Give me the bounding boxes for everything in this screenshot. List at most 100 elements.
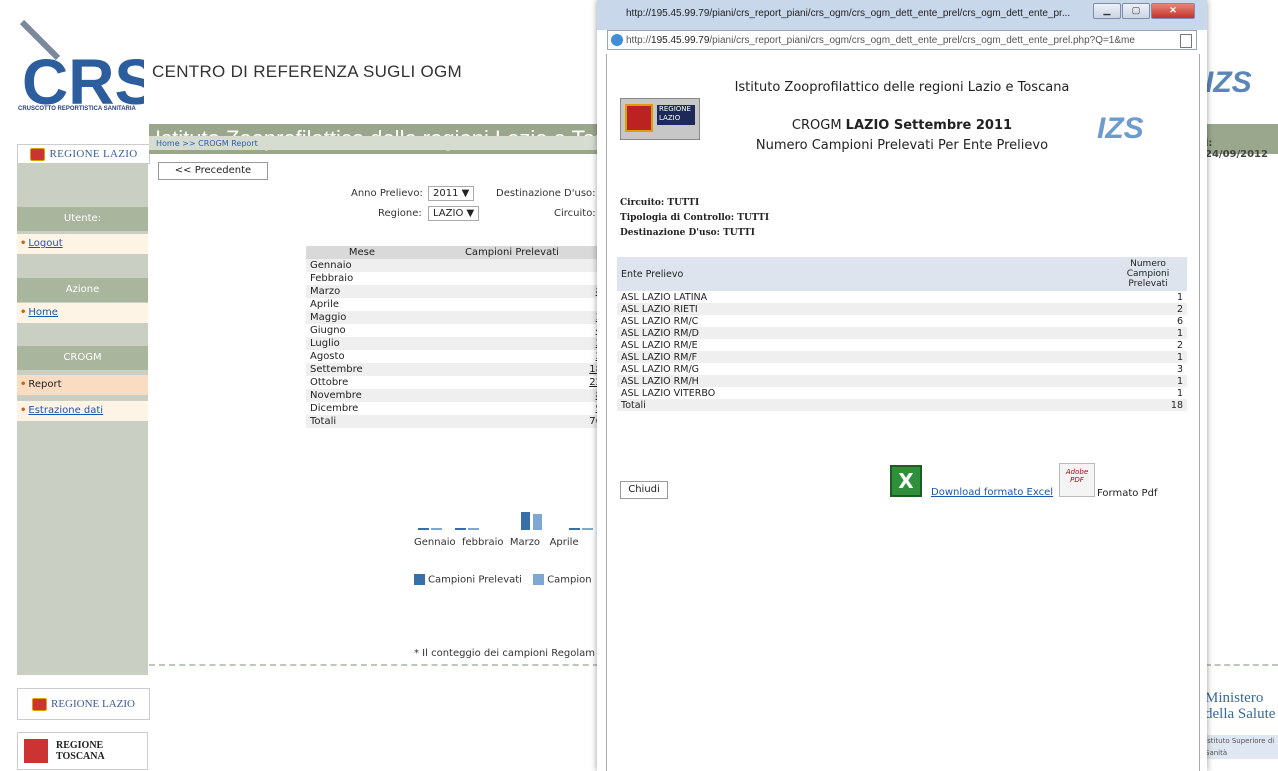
ente-table: Ente Prelievo Numero Campioni Prelevati … <box>617 257 1187 411</box>
anno-value: 2011 <box>433 188 459 199</box>
pdf-icon[interactable]: Adobe PDF <box>1059 463 1095 497</box>
close-button[interactable]: ✕ <box>1151 3 1195 19</box>
table-row: ASL LAZIO RM/C 6 <box>617 315 1187 327</box>
count-cell: 2 <box>1109 303 1187 315</box>
value-cell: - <box>418 298 606 311</box>
bar-aprile-1 <box>569 528 580 530</box>
lazio-crest-icon <box>31 697 47 711</box>
count-cell: 18 <box>1109 399 1187 411</box>
breadcrumb[interactable]: Home >> CROGM Report <box>156 139 258 148</box>
column-header: Mese <box>306 246 418 259</box>
circuito-label: Circuito: <box>554 208 596 219</box>
crs-logo: CRS <box>18 18 157 118</box>
home-link[interactable]: Home <box>28 307 58 318</box>
bullet-icon: • <box>20 238 27 249</box>
pdf-link[interactable]: Formato Pdf <box>1097 488 1157 499</box>
bullet-icon: • <box>20 307 27 318</box>
chart-x-labels: Gennaio febbraio Marzo Aprile <box>414 537 579 548</box>
site-title: CENTRO DI REFERENZA SUGLI OGM <box>152 62 463 81</box>
month-cell: Settembre <box>306 363 418 376</box>
legend-swatch <box>414 574 425 585</box>
filter-tipologia: Tipologia di Controllo: TUTTI <box>620 213 770 223</box>
filter-circuito: Circuito: TUTTI <box>620 198 700 208</box>
table-row: ASL LAZIO VITERBO 1 <box>617 387 1187 399</box>
ente-cell: ASL LAZIO RM/G <box>621 363 700 375</box>
ente-cell: ASL LAZIO RM/C <box>621 315 699 327</box>
table-row: Totali 76 <box>306 415 606 428</box>
chevron-down-icon: ▼ <box>461 188 470 199</box>
estrazione-link[interactable]: Estrazione dati <box>28 405 103 416</box>
chiudi-button[interactable]: Chiudi <box>620 481 668 499</box>
count-cell: 1 <box>1176 387 1183 399</box>
column-header: Numero Campioni Prelevati <box>1109 257 1187 291</box>
table-row: ASL LAZIO RM/D 1 <box>617 327 1187 339</box>
ente-cell: ASL LAZIO RM/D <box>617 327 1109 339</box>
address-bar[interactable]: http://195.45.99.79/piani/crs_report_pia… <box>607 30 1197 50</box>
table-row: Totali 18 <box>617 399 1187 411</box>
ministero-salute-logo: Ministero della Salute <box>1205 690 1276 722</box>
iss-logo: Istituto Superiore di Sanità <box>1205 735 1278 759</box>
month-cell: Totali <box>306 415 418 428</box>
table-row: Giugno 4 <box>306 324 606 337</box>
footnote: * Il conteggio dei campioni Regolam <box>414 648 596 659</box>
month-cell: Gennaio <box>306 259 418 272</box>
anno-select[interactable]: 2011 ▼ <box>428 186 475 201</box>
table-row: Febbraio - <box>306 272 606 285</box>
regione-label: Regione: <box>378 208 422 219</box>
maximize-button[interactable]: ▢ <box>1122 3 1150 19</box>
bar-febbraio-2 <box>468 528 479 530</box>
table-row: Ottobre 22 <box>306 376 606 389</box>
value-cell: 76 <box>417 415 606 428</box>
table-row: ASL LAZIO RIETI 2 <box>617 303 1187 315</box>
sidebar-item-report[interactable]: • Report <box>17 375 148 395</box>
download-excel-link[interactable]: Download formato Excel <box>931 487 1053 498</box>
column-header: Campioni Prelevati <box>417 246 606 259</box>
report-title-bold: LAZIO Settembre 2011 <box>845 118 1013 133</box>
bar-marzo-1 <box>521 512 530 530</box>
table-row: ASL LAZIO RM/F 1 <box>617 351 1187 363</box>
value-cell: 22 <box>418 376 606 389</box>
chart-legend: Campioni Prelevati Campion <box>414 574 592 586</box>
table-row: ASL LAZIO LATINA 1 <box>617 291 1187 303</box>
bar-gennaio-2 <box>431 528 442 530</box>
url-prefix: http:// <box>626 35 652 46</box>
value-cell: 18 <box>417 363 606 376</box>
excel-icon[interactable]: X <box>890 465 922 497</box>
filter-destinazione: Destinazione D'uso: TUTTI <box>620 228 755 238</box>
url-path: /piani/crs_report_piani/crs_ogm/crs_ogm_… <box>709 35 1135 46</box>
value-cell: 2 <box>418 350 606 363</box>
previous-button[interactable]: << Precedente <box>158 162 268 180</box>
report-title-prefix: CROGM <box>791 118 846 133</box>
popup-titlebar[interactable]: http://195.45.99.79/piani/crs_report_pia… <box>597 0 1207 30</box>
count-cell: 2 <box>1176 339 1183 351</box>
table-row: Marzo8 <box>306 285 606 298</box>
regione-lazio-footer-logo: REGIONE LAZIO <box>17 688 150 720</box>
table-row: Luglio2 <box>306 337 606 350</box>
monthly-chart <box>418 512 593 530</box>
value-cell: - <box>418 272 606 285</box>
logout-link[interactable]: Logout <box>28 238 62 249</box>
count-cell: 1 <box>1109 327 1187 339</box>
value-cell: 8 <box>417 285 606 298</box>
regione-toscana-label: REGIONE TOSCANA <box>56 740 105 762</box>
ente-cell: ASL LAZIO VITERBO <box>621 387 716 399</box>
sidebar-item-estrazione[interactable]: • Estrazione dati <box>17 401 148 421</box>
value-cell: 4 <box>418 324 606 337</box>
bullet-icon: • <box>20 379 27 390</box>
value-cell: 9 <box>418 402 606 415</box>
sidebar-item-logout[interactable]: • Logout <box>17 234 148 254</box>
url-host: 195.45.99.79 <box>651 35 710 46</box>
ente-cell: ASL LAZIO RIETI <box>617 303 1109 315</box>
regione-toscana-logo: REGIONE TOSCANA <box>17 732 148 770</box>
destinazione-label: Destinazione D'uso: <box>496 188 596 199</box>
page-icon[interactable] <box>1180 34 1192 48</box>
minimize-button[interactable]: ▁ <box>1093 3 1121 19</box>
month-cell: Luglio <box>306 337 418 350</box>
table-row: Dicembre 9 <box>306 402 606 415</box>
regione-select[interactable]: LAZIO ▼ <box>428 206 480 221</box>
divider <box>1205 664 1278 666</box>
sidebar-item-home[interactable]: • Home <box>17 303 148 323</box>
bar-aprile-2 <box>582 528 593 530</box>
table-row: ASL LAZIO RM/G 3 <box>617 363 1187 375</box>
report-label[interactable]: Report <box>28 379 61 390</box>
